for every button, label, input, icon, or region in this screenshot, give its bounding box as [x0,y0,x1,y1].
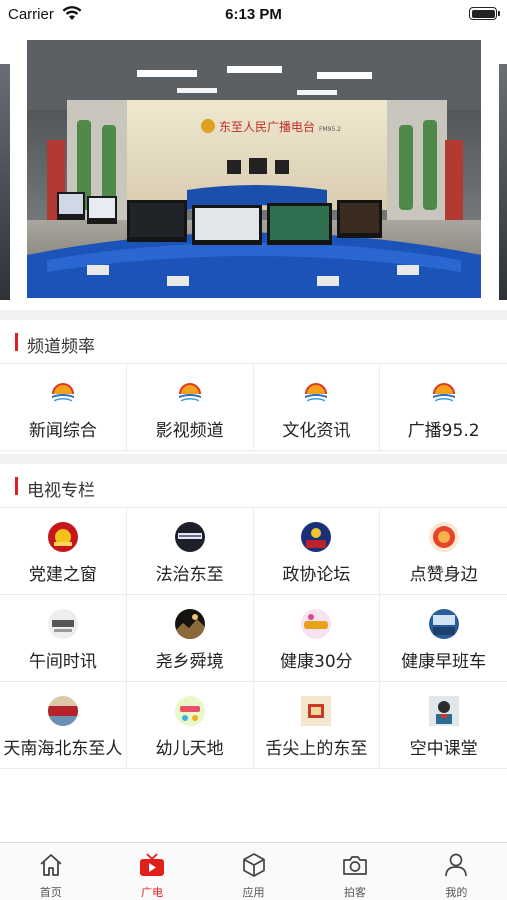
tab-label: 应用 [242,886,265,899]
channels-grid: 新闻综合 影视频道 文化资讯 广播95.2 [0,364,507,451]
air-classroom-thumbnail [428,696,459,726]
channel-label: 影视频道 [155,421,224,441]
column-item[interactable]: 健康30分 [253,595,381,682]
section-divider [0,454,507,464]
status-bar: Carrier 6:13 PM [0,0,507,30]
column-label: 天南海北东至人 [3,739,123,759]
praise-nearby-thumbnail [428,522,459,552]
column-item[interactable]: 点赞身边 [380,508,507,595]
tab-broadcast[interactable]: 广电 [101,843,202,900]
dongzhi-food-thumbnail [301,696,332,726]
channel-item[interactable]: 新闻综合 [0,364,127,451]
column-item[interactable]: 尧乡舜境 [126,595,254,682]
tv-columns-grid: 党建之窗 法治东至 政协论坛 点赞身边 午间时讯 尧乡舜境 健康30分 健康早班… [0,508,507,769]
studio-sign-text: 东至人民广播电台 [219,119,315,134]
banner-carousel[interactable]: 东至人民广播电台 FM95.2 [0,30,507,310]
clock: 6:13 PM [225,6,282,23]
column-label: 党建之窗 [28,565,97,585]
column-item[interactable]: 午间时讯 [0,595,127,682]
column-label: 政协论坛 [282,565,351,585]
user-icon [445,853,468,877]
channel-label: 文化资讯 [282,421,351,441]
dongzhi-people-thumbnail [47,696,78,726]
section-accent-bar [15,333,18,351]
column-label: 法治东至 [155,565,224,585]
column-item[interactable]: 空中课堂 [380,682,507,769]
column-item[interactable]: 健康早班车 [380,595,507,682]
tab-label: 首页 [39,886,62,899]
channels-section-header: 频道频率 [0,320,507,364]
channel-label: 新闻综合 [28,421,97,441]
party-building-thumbnail [47,522,78,552]
column-item[interactable]: 法治东至 [126,508,254,595]
health-30-thumbnail [301,609,332,639]
camera-icon [343,856,367,875]
tv-play-icon [140,853,165,876]
health-morning-thumbnail [428,609,459,639]
station-logo-icon [428,378,459,408]
section-accent-bar [15,477,18,495]
column-item[interactable]: 舌尖上的东至 [253,682,381,769]
yao-xiang-thumbnail [174,609,205,639]
carousel-prev-slide[interactable] [0,64,10,300]
tab-home[interactable]: 首页 [0,843,101,900]
home-icon [40,854,62,876]
station-logo-icon [301,378,332,408]
noon-news-thumbnail [47,609,78,639]
section-title: 频道频率 [27,337,95,357]
channel-item[interactable]: 影视频道 [126,364,254,451]
column-item[interactable]: 天南海北东至人 [0,682,127,769]
column-label: 健康早班车 [401,652,487,672]
studio-sign-sub: FM95.2 [319,126,341,133]
tab-label: 我的 [445,886,468,899]
column-item[interactable]: 党建之窗 [0,508,127,595]
apps-box-icon [242,853,265,877]
radio-studio-photo[interactable]: 东至人民广播电台 FM95.2 [27,40,481,298]
bottom-tab-bar: 首页 广电 应用 拍客 我的 [0,842,507,900]
tab-profile[interactable]: 我的 [406,843,507,900]
column-label: 空中课堂 [409,739,478,759]
station-logo-icon [174,378,205,408]
rule-of-law-thumbnail [174,522,205,552]
battery-icon [469,7,500,20]
carousel-next-slide[interactable] [499,64,507,300]
section-divider [0,310,507,320]
section-title: 电视专栏 [27,481,95,501]
column-item[interactable]: 政协论坛 [253,508,381,595]
tv-columns-section-header: 电视专栏 [0,464,507,508]
column-label: 午间时讯 [28,652,97,672]
kids-world-thumbnail [174,696,205,726]
tab-label: 拍客 [343,886,366,899]
column-label: 幼儿天地 [155,739,224,759]
column-item[interactable]: 幼儿天地 [126,682,254,769]
column-label: 舌尖上的东至 [265,739,368,759]
tab-label: 广电 [141,886,164,899]
column-label: 健康30分 [280,652,353,672]
cppcc-forum-thumbnail [301,522,332,552]
channel-item[interactable]: 文化资讯 [253,364,381,451]
channel-label: 广播95.2 [407,421,480,441]
station-logo-icon [47,378,78,408]
tab-apps[interactable]: 应用 [203,843,304,900]
tab-camera[interactable]: 拍客 [304,843,405,900]
column-label: 点赞身边 [409,565,478,585]
column-label: 尧乡舜境 [155,652,224,672]
channel-item[interactable]: 广播95.2 [380,364,507,451]
